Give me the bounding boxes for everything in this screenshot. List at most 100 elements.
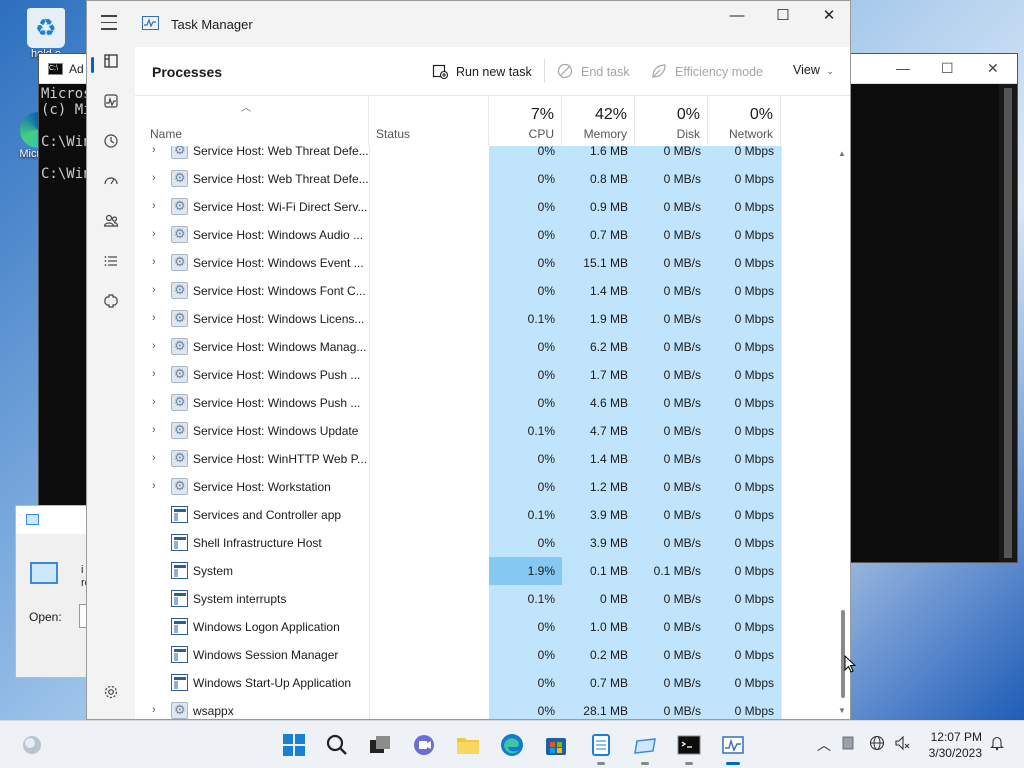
expand-chevron-icon[interactable]: › bbox=[152, 368, 162, 380]
service-gear-icon bbox=[171, 282, 188, 299]
expand-chevron-icon[interactable]: › bbox=[152, 340, 162, 352]
process-row[interactable]: › Service Host: Windows Event ... 0%15.1 M… bbox=[135, 249, 835, 277]
task-view-icon[interactable] bbox=[366, 731, 394, 759]
process-row[interactable]: ›Service Host: Windows Update0.1%4.7 MB0… bbox=[135, 417, 835, 445]
expand-chevron-icon[interactable]: › bbox=[152, 228, 162, 240]
expand-chevron-icon[interactable]: › bbox=[152, 146, 162, 156]
expand-chevron-icon[interactable]: › bbox=[152, 312, 162, 324]
column-header-network[interactable]: 0% Network bbox=[708, 96, 781, 146]
column-header-disk[interactable]: 0% Disk bbox=[635, 96, 708, 146]
expand-chevron-icon[interactable]: › bbox=[152, 200, 162, 212]
start-button-icon[interactable] bbox=[280, 731, 308, 759]
process-row[interactable]: › Service Host: Windows Audio ... 0%0.7 MB… bbox=[135, 221, 835, 249]
end-task-icon bbox=[557, 63, 573, 79]
process-row[interactable]: › Service Host: Windows Licens... 0.1%1.9 … bbox=[135, 305, 835, 333]
process-row[interactable]: Windows Session Manager 0% 0.2 MB 0 MB/s 0 M… bbox=[135, 641, 835, 669]
console-maximize-button[interactable]: ☐ bbox=[941, 60, 954, 77]
expand-chevron-icon[interactable]: › bbox=[152, 284, 162, 296]
console-scroll-thumb[interactable] bbox=[1004, 88, 1012, 558]
process-row[interactable]: System 1.9% 0.1 MB 0.1 MB/s 0 Mbps bbox=[135, 557, 835, 585]
process-row[interactable]: Windows Logon Application 0% 1.0 MB 0 MB/s 0… bbox=[135, 613, 835, 641]
column-header-memory[interactable]: 42% Memory bbox=[562, 96, 635, 146]
column-header-status[interactable]: Status bbox=[369, 96, 489, 146]
users-nav-icon[interactable] bbox=[99, 213, 123, 237]
clock[interactable]: 12:07 PM 3/30/2023 bbox=[926, 729, 982, 761]
process-row[interactable]: Services and Controller app 0.1% 3.9 MB 0 M… bbox=[135, 501, 835, 529]
processes-nav-icon[interactable] bbox=[99, 53, 123, 77]
console-minimize-button[interactable]: — bbox=[896, 60, 910, 76]
scroll-thumb[interactable] bbox=[841, 610, 845, 698]
process-row[interactable]: Windows Start-Up Application 0% 0.7 MB 0 MB… bbox=[135, 669, 835, 697]
process-row[interactable]: › Service Host: Web Threat Defe... 0%0.8 M… bbox=[135, 165, 835, 193]
disk-value: 0 MB/s bbox=[635, 333, 708, 361]
services-nav-icon[interactable] bbox=[99, 293, 123, 317]
run-dialog[interactable]: i re Open: bbox=[15, 505, 99, 678]
chat-icon[interactable] bbox=[410, 731, 438, 759]
file-explorer-icon[interactable] bbox=[454, 731, 482, 759]
process-list-scrollbar[interactable]: ▲ ▼ bbox=[837, 146, 849, 719]
hamburger-menu-icon[interactable] bbox=[101, 15, 121, 33]
process-name: Services and Controller app bbox=[193, 508, 342, 522]
scroll-down-icon[interactable]: ▼ bbox=[838, 706, 846, 715]
search-icon[interactable] bbox=[323, 731, 351, 759]
process-row[interactable]: › Service Host: Workstation 0%1.2 MB0 MB/s… bbox=[135, 473, 835, 501]
tray-app-icon[interactable] bbox=[842, 736, 854, 753]
startup-apps-nav-icon[interactable] bbox=[99, 173, 123, 197]
column-header-name[interactable]: Name bbox=[135, 96, 369, 146]
process-row[interactable]: System interrupts 0.1% 0 MB 0 MB/s 0 Mbps bbox=[135, 585, 835, 613]
minimize-button[interactable]: — bbox=[714, 1, 760, 33]
widgets-icon[interactable] bbox=[18, 731, 46, 759]
process-row[interactable]: › Service Host: Windows Font C... 0%1.4 MB… bbox=[135, 277, 835, 305]
expand-chevron-icon[interactable]: › bbox=[152, 424, 162, 436]
process-row[interactable]: ›Service Host: Windows Push ...0%4.6 MB0… bbox=[135, 389, 835, 417]
process-row[interactable]: ›Service Host: Windows Manag...0%6.2 MB0… bbox=[135, 333, 835, 361]
process-row[interactable]: › Service Host: Web Threat Defe... 0%1.6 M… bbox=[135, 146, 835, 165]
process-row[interactable]: ›Service Host: WinHTTP Web P...0%1.4 MB0… bbox=[135, 445, 835, 473]
scroll-up-icon[interactable]: ▲ bbox=[838, 149, 846, 158]
microsoft-store-icon[interactable] bbox=[542, 731, 570, 759]
process-list[interactable]: ›Service Host: Web Threat Defe...0%1.6 M… bbox=[135, 146, 835, 719]
expand-chevron-icon[interactable]: › bbox=[152, 396, 162, 408]
details-nav-icon[interactable] bbox=[99, 253, 123, 277]
efficiency-mode-button[interactable]: Efficiency mode bbox=[651, 63, 763, 79]
expand-chevron-icon[interactable]: › bbox=[152, 172, 162, 184]
run-app-icon[interactable] bbox=[631, 731, 659, 765]
view-label: View bbox=[793, 63, 820, 77]
close-button[interactable]: ✕ bbox=[806, 1, 850, 33]
app-history-nav-icon[interactable] bbox=[99, 133, 123, 157]
disk-value: 0 MB/s bbox=[635, 641, 708, 669]
process-row[interactable]: ›Service Host: Windows Push ...0%1.7 MB0… bbox=[135, 361, 835, 389]
process-row[interactable]: › wsappx 0%28.1 MB0 MB/s0 Mbps bbox=[135, 697, 835, 719]
language-globe-icon[interactable] bbox=[869, 735, 885, 754]
edge-browser-icon[interactable] bbox=[498, 731, 526, 759]
cpu-total-percent: 7% bbox=[530, 106, 554, 123]
column-name-label: Name bbox=[150, 127, 183, 141]
disk-value: 0 MB/s bbox=[635, 165, 708, 193]
task-manager-taskbar-icon[interactable] bbox=[719, 731, 747, 765]
console-scrollbar[interactable] bbox=[999, 84, 1017, 562]
notepad-icon[interactable] bbox=[587, 731, 615, 765]
run-dialog-titlebar[interactable] bbox=[16, 506, 89, 534]
chevron-up-icon[interactable]: ︿ bbox=[817, 735, 831, 755]
expand-chevron-icon[interactable]: › bbox=[152, 256, 162, 268]
end-task-button[interactable]: End task bbox=[557, 63, 630, 79]
console-close-button[interactable]: ✕ bbox=[987, 60, 999, 77]
task-manager-window[interactable]: Task Manager — ☐ ✕ Processes Run new tas… bbox=[86, 0, 851, 720]
volume-muted-icon[interactable] bbox=[894, 735, 910, 754]
run-new-task-button[interactable]: Run new task bbox=[432, 63, 532, 80]
performance-nav-icon[interactable] bbox=[99, 93, 123, 117]
column-header-cpu[interactable]: 7% CPU bbox=[489, 96, 562, 146]
notifications-icon[interactable] bbox=[989, 735, 1005, 754]
maximize-button[interactable]: ☐ bbox=[760, 1, 806, 33]
process-row[interactable]: Shell Infrastructure Host 0% 3.9 MB 0 MB/s 0… bbox=[135, 529, 835, 557]
expand-chevron-icon[interactable]: › bbox=[152, 452, 162, 464]
terminal-icon[interactable] bbox=[675, 731, 703, 765]
process-name: Service Host: Wi-Fi Direct Serv... bbox=[193, 200, 368, 214]
process-row[interactable]: › Service Host: Wi-Fi Direct Serv... 0%0.9… bbox=[135, 193, 835, 221]
expand-chevron-icon[interactable]: › bbox=[152, 704, 162, 716]
expand-chevron-icon[interactable]: › bbox=[152, 480, 162, 492]
settings-gear-icon[interactable] bbox=[99, 684, 123, 708]
process-name: Service Host: Windows Push ... bbox=[193, 368, 361, 382]
task-manager-titlebar[interactable]: Task Manager — ☐ ✕ bbox=[87, 1, 850, 47]
view-menu-button[interactable]: View ⌄ bbox=[793, 63, 834, 77]
